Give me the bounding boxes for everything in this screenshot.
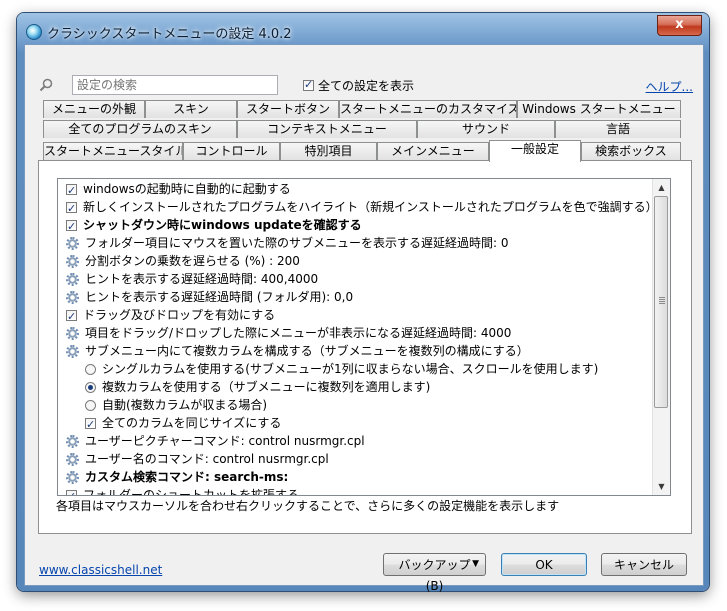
- window-title: クラシックスタートメニューの設定 4.0.2: [47, 27, 292, 42]
- close-button[interactable]: x: [657, 15, 702, 36]
- settings-window: クラシックスタートメニューの設定 4.0.2 x 全ての設定を表示 ヘルプ...…: [17, 13, 709, 593]
- setting-label: ユーザーピクチャーコマンド: control nusrmgr.cpl: [85, 434, 365, 448]
- tab-row3-5[interactable]: 検索ボックス: [581, 142, 681, 160]
- setting-checkbox[interactable]: [85, 416, 96, 434]
- setting-row[interactable]: サブメニュー内にて複数カラムを構成する（サブメニューを複数列の構成にする）: [66, 342, 529, 360]
- cancel-button[interactable]: キャンセル: [601, 553, 687, 576]
- setting-row[interactable]: ユーザー名のコマンド: control nusrmgr.cpl: [66, 450, 329, 468]
- setting-row[interactable]: windowsの起動時に自動的に起動する: [66, 180, 291, 200]
- setting-row[interactable]: ユーザーピクチャーコマンド: control nusrmgr.cpl: [66, 432, 365, 450]
- setting-row[interactable]: ドラッグ及びドロップを有効にする: [66, 306, 276, 326]
- backup-dropdown-button[interactable]: バックアップ(B) ▼: [383, 553, 486, 593]
- search-icon: [39, 78, 53, 92]
- search-input[interactable]: [72, 75, 278, 95]
- setting-label: 複数カラムを使用する（サブメニューに複数列を適用します): [102, 380, 431, 394]
- setting-row[interactable]: ヒントを表示する遅延経過時間 (フォルダ用): 0,0: [66, 288, 353, 306]
- tab-row2-0[interactable]: 全てのプログラムのスキン: [43, 120, 237, 138]
- setting-row[interactable]: 分割ボタンの乗数を遅らせる (%) : 200: [66, 252, 300, 270]
- ok-button[interactable]: OK: [501, 553, 587, 576]
- tab-row3-4[interactable]: 一般設定: [489, 140, 581, 162]
- setting-row[interactable]: フォルダー項目にマウスを置いた際のサブメニューを表示する遅延経過時間: 0: [66, 234, 509, 252]
- tab-row1-1[interactable]: スキン: [145, 100, 237, 118]
- setting-row[interactable]: ヒントを表示する遅延経過時間: 400,4000: [66, 270, 318, 288]
- tab-row2-2[interactable]: サウンド: [417, 120, 555, 138]
- setting-label: フォルダーのショートカットを拡張する: [83, 488, 300, 496]
- setting-checkbox[interactable]: [66, 218, 77, 236]
- tab-row1-0[interactable]: メニューの外観: [43, 100, 145, 118]
- setting-label: 項目をドラッグ/ドロップした際にメニューが非表示になる遅延経過時間: 4000: [85, 326, 512, 340]
- gear-icon: [66, 326, 79, 340]
- show-all-checkbox[interactable]: [303, 78, 314, 91]
- setting-label: ユーザー名のコマンド: control nusrmgr.cpl: [85, 452, 329, 466]
- setting-row[interactable]: 新しくインストールされたプログラムをハイライト（新規インストールされたプログラム…: [66, 198, 658, 218]
- scrollbar-thumb[interactable]: [654, 196, 668, 408]
- gear-icon: [66, 452, 79, 466]
- scroll-down-arrow-icon[interactable]: ▼: [653, 478, 670, 495]
- setting-row[interactable]: 自動(複数カラムが収まる場合): [85, 396, 267, 414]
- setting-label: シングルカラムを使用する(サブメニューが1列に収まらない場合、スクロールを使用し…: [102, 362, 599, 376]
- setting-row[interactable]: フォルダーのショートカットを拡張する: [66, 486, 300, 496]
- tab-row3-0[interactable]: スタートメニュースタイル: [43, 142, 183, 160]
- title-bar[interactable]: クラシックスタートメニューの設定 4.0.2 x: [17, 13, 709, 45]
- setting-radio[interactable]: [85, 381, 96, 393]
- setting-label: 全てのカラムを同じサイズにする: [102, 416, 282, 430]
- gear-icon: [66, 290, 79, 304]
- tab-row2-1[interactable]: コンテキストメニュー: [237, 120, 417, 138]
- setting-label: フォルダー項目にマウスを置いた際のサブメニューを表示する遅延経過時間: 0: [85, 236, 509, 250]
- dialog-client-area: 全ての設定を表示 ヘルプ... メニューの外観スキンスタートボタンスタートメニュ…: [24, 44, 704, 593]
- setting-checkbox[interactable]: [66, 488, 77, 495]
- setting-row[interactable]: 複数カラムを使用する（サブメニューに複数列を適用します): [85, 378, 430, 396]
- gear-icon: [66, 254, 79, 268]
- setting-row[interactable]: シングルカラムを使用する(サブメニューが1列に収まらない場合、スクロールを使用し…: [85, 360, 598, 378]
- chevron-down-icon: ▼: [472, 559, 479, 569]
- show-all-settings-toggle[interactable]: 全ての設定を表示: [303, 77, 414, 94]
- setting-checkbox[interactable]: [66, 200, 77, 218]
- gear-icon: [66, 236, 79, 250]
- gear-icon: [66, 434, 79, 448]
- setting-radio[interactable]: [85, 363, 96, 375]
- setting-label: シャットダウン時にwindows updateを確認する: [83, 218, 362, 232]
- setting-radio[interactable]: [85, 399, 96, 411]
- help-link[interactable]: ヘルプ...: [646, 78, 693, 95]
- settings-list[interactable]: windowsの起動時に自動的に起動する新しくインストールされたプログラムをハイ…: [57, 178, 671, 496]
- setting-label: ヒントを表示する遅延経過時間: 400,4000: [85, 272, 319, 286]
- classicshell-website-link[interactable]: www.classicshell.net: [39, 563, 162, 577]
- backup-button-label: バックアップ(B): [398, 558, 471, 593]
- setting-label: 新しくインストールされたプログラムをハイライト（新規インストールされたプログラム…: [83, 200, 658, 214]
- tab-row2-3[interactable]: 言語: [555, 120, 681, 138]
- tab-row3-1[interactable]: コントロール: [183, 142, 280, 160]
- setting-label: ヒントを表示する遅延経過時間 (フォルダ用): 0,0: [85, 290, 354, 304]
- setting-label: 分割ボタンの乗数を遅らせる (%) : 200: [85, 254, 300, 268]
- tab-row1-3[interactable]: スタートメニューのカスタマイズ: [339, 100, 517, 118]
- setting-checkbox[interactable]: [66, 182, 77, 200]
- show-all-label: 全ての設定を表示: [318, 79, 415, 93]
- setting-row[interactable]: 項目をドラッグ/ドロップした際にメニューが非表示になる遅延経過時間: 4000: [66, 324, 511, 342]
- classic-shell-app-icon: [26, 24, 42, 40]
- setting-label: カスタム検索コマンド: search-ms:: [85, 470, 289, 484]
- setting-label: 自動(複数カラムが収まる場合): [102, 398, 268, 412]
- tab-row3-2[interactable]: 特別項目: [280, 142, 377, 160]
- setting-row[interactable]: カスタム検索コマンド: search-ms:: [66, 468, 288, 486]
- tab-row1-2[interactable]: スタートボタン: [237, 100, 339, 118]
- status-hint-text: 各項目はマウスカーソルを合わせ右クリックすることで、さらに多くの設定機能を表示し…: [56, 499, 560, 513]
- gear-icon: [66, 470, 79, 484]
- setting-label: ドラッグ及びドロップを有効にする: [83, 308, 276, 322]
- setting-checkbox[interactable]: [66, 308, 77, 326]
- tab-row1-4[interactable]: Windows スタートメニュー: [517, 100, 681, 118]
- setting-row[interactable]: シャットダウン時にwindows updateを確認する: [66, 216, 362, 236]
- gear-icon: [66, 272, 79, 286]
- gear-icon: [66, 344, 79, 358]
- setting-row[interactable]: 全てのカラムを同じサイズにする: [85, 414, 282, 434]
- general-settings-panel: windowsの起動時に自動的に起動する新しくインストールされたプログラムをハイ…: [38, 160, 692, 534]
- tab-row3-3[interactable]: メインメニュー: [377, 142, 489, 160]
- scroll-up-arrow-icon[interactable]: ▲: [653, 179, 670, 196]
- setting-label: サブメニュー内にて複数カラムを構成する（サブメニューを複数列の構成にする）: [85, 344, 529, 358]
- settings-list-scrollbar[interactable]: ▲ ▼: [652, 179, 670, 495]
- setting-label: windowsの起動時に自動的に起動する: [83, 182, 291, 196]
